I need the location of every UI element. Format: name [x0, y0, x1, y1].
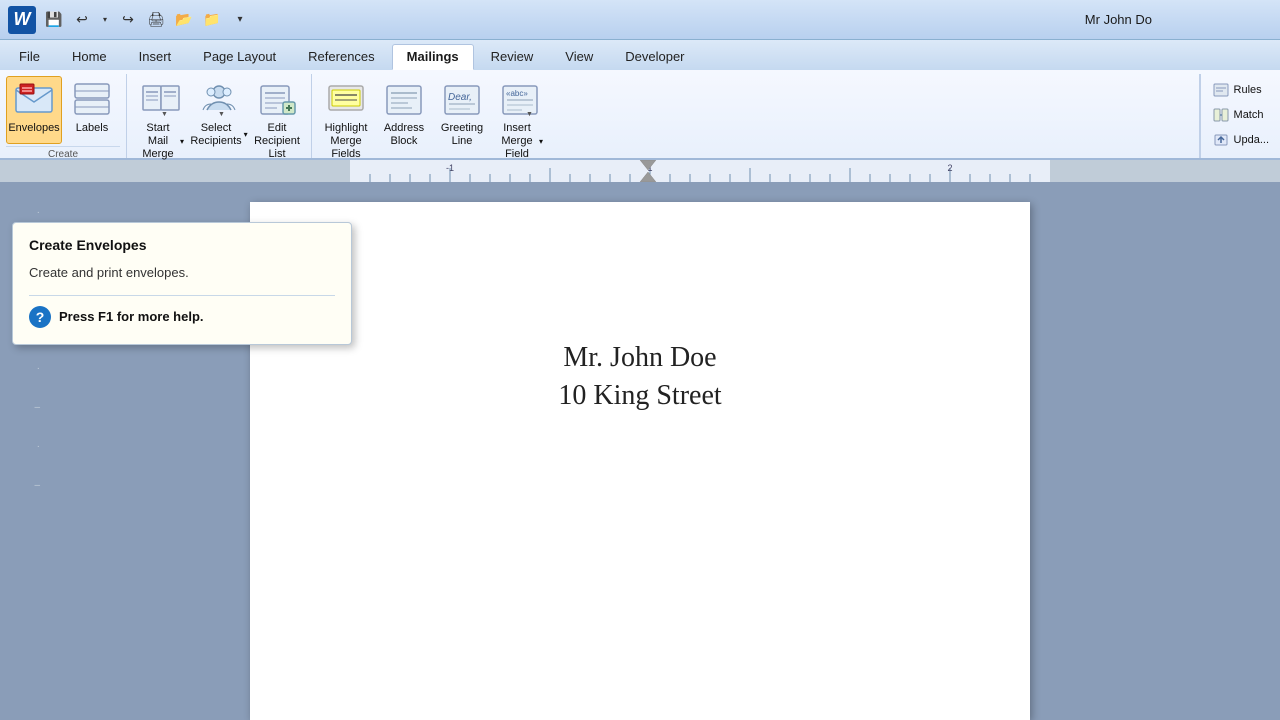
start-mail-merge-group: ▼ Start MailMerge ▾	[127, 74, 312, 158]
tooltip-popup: Create Envelopes Create and print envelo…	[12, 222, 352, 345]
write-insert-fields-group: HighlightMerge Fields AddressBlock	[312, 74, 1200, 158]
select-recipients-arrow: ▾	[244, 130, 248, 140]
insert-merge-field-icon: «abc» ▼	[500, 80, 540, 120]
labels-label: Labels	[76, 122, 108, 135]
undo-button[interactable]: ↩	[70, 8, 94, 32]
envelopes-label: Envelopes	[8, 122, 59, 135]
insert-merge-field-arrow: ▾	[539, 137, 543, 147]
select-recipients-button[interactable]: ▼ SelectRecipients ▾	[191, 76, 247, 151]
envelopes-button[interactable]: Envelopes	[6, 76, 62, 144]
create-group: Envelopes Labels Create	[0, 74, 127, 158]
tooltip-help: ? Press F1 for more help.	[29, 306, 335, 328]
ribbon-overflow: Rules Match Upda...	[1200, 74, 1280, 158]
greeting-line-button[interactable]: Dear, GreetingLine	[434, 76, 490, 151]
insert-merge-field-button[interactable]: «abc» ▼ Insert MergeField ▾	[492, 76, 548, 165]
update-button[interactable]: Upda...	[1207, 128, 1274, 152]
rules-icon	[1212, 81, 1230, 99]
start-mail-merge-arrow: ▾	[180, 137, 184, 147]
tooltip-help-text: Press F1 for more help.	[59, 309, 204, 324]
svg-text:▼: ▼	[526, 111, 533, 118]
tab-review[interactable]: Review	[476, 44, 549, 70]
print-preview-button[interactable]: 🖨	[144, 8, 168, 32]
highlight-merge-fields-label: HighlightMerge Fields	[323, 122, 369, 162]
update-icon	[1212, 131, 1230, 149]
match-label: Match	[1234, 109, 1264, 121]
address-block-icon	[384, 80, 424, 120]
edit-recipient-list-label: EditRecipient List	[254, 122, 300, 162]
svg-text:▼: ▼	[218, 111, 225, 118]
app-logo: W	[8, 6, 36, 34]
tab-mailings[interactable]: Mailings	[392, 44, 474, 70]
tab-file[interactable]: File	[4, 44, 55, 70]
select-recipients-label: SelectRecipients	[190, 122, 241, 148]
redo-button[interactable]: ↪	[116, 8, 140, 32]
tab-view[interactable]: View	[550, 44, 608, 70]
help-icon: ?	[29, 306, 51, 328]
document-page[interactable]: Mr. John Doe 10 King Street	[250, 202, 1030, 720]
document-area: · – · – · – · – Mr. John Doe 10 King Str…	[0, 182, 1280, 720]
save-button[interactable]: 💾	[42, 8, 66, 32]
edit-recipient-list-icon	[257, 80, 297, 120]
address-block-label: AddressBlock	[384, 122, 424, 148]
highlight-merge-fields-icon	[326, 80, 366, 120]
svg-text:«abc»: «abc»	[506, 89, 528, 98]
match-button[interactable]: Match	[1207, 103, 1274, 127]
tab-insert[interactable]: Insert	[124, 44, 187, 70]
svg-text:2: 2	[947, 163, 952, 173]
quick-access-toolbar: 💾 ↩ ▾ ↪ 🖨 📂 📁 ▾	[42, 8, 252, 32]
rules-label: Rules	[1234, 84, 1262, 96]
edit-recipient-list-button[interactable]: EditRecipient List	[249, 76, 305, 165]
document-recipient-address: 10 King Street	[330, 380, 950, 412]
envelopes-icon	[14, 80, 54, 120]
svg-text:-1: -1	[446, 163, 454, 173]
update-label: Upda...	[1234, 134, 1269, 146]
greeting-line-icon: Dear,	[442, 80, 482, 120]
tooltip-divider	[29, 295, 335, 296]
qat-customize[interactable]: ▾	[228, 8, 252, 32]
svg-text:▼: ▼	[161, 111, 168, 118]
title-bar: W 💾 ↩ ▾ ↪ 🖨 📂 📁 ▾ Mr John Do	[0, 0, 1280, 40]
save2-button[interactable]: 📁	[200, 8, 224, 32]
tooltip-title: Create Envelopes	[29, 237, 335, 253]
open-button[interactable]: 📂	[172, 8, 196, 32]
svg-text:Dear,: Dear,	[448, 92, 472, 103]
tab-developer[interactable]: Developer	[610, 44, 699, 70]
greeting-line-label: GreetingLine	[441, 122, 483, 148]
ribbon-tabs: File Home Insert Page Layout References …	[0, 40, 1280, 70]
rules-button[interactable]: Rules	[1207, 78, 1274, 102]
address-block-button[interactable]: AddressBlock	[376, 76, 432, 151]
select-recipients-icon: ▼	[199, 80, 239, 120]
match-icon	[1212, 106, 1230, 124]
highlight-merge-fields-button[interactable]: HighlightMerge Fields	[318, 76, 374, 165]
ruler: -1 1 2	[0, 160, 1280, 182]
labels-button[interactable]: Labels	[64, 76, 120, 144]
ribbon-panel: Envelopes Labels Create	[0, 70, 1280, 160]
document-recipient-name: Mr. John Doe	[330, 342, 950, 374]
labels-icon	[72, 80, 112, 120]
ruler-svg: -1 1 2	[0, 160, 1280, 182]
tooltip-description: Create and print envelopes.	[29, 263, 335, 283]
insert-merge-field-label: Insert MergeField	[497, 122, 537, 162]
undo-dropdown[interactable]: ▾	[98, 8, 112, 32]
start-mail-merge-button[interactable]: ▼ Start MailMerge ▾	[133, 76, 189, 165]
tab-page-layout[interactable]: Page Layout	[188, 44, 291, 70]
tab-references[interactable]: References	[293, 44, 389, 70]
start-mail-merge-icon: ▼	[141, 80, 181, 120]
start-mail-merge-label: Start MailMerge	[138, 122, 178, 162]
tab-home[interactable]: Home	[57, 44, 122, 70]
document-title: Mr John Do	[252, 12, 1272, 27]
